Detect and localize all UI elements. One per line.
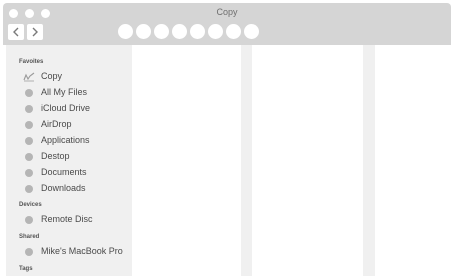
sidebar-item-label: Documents: [41, 167, 87, 177]
circle-icon: [25, 137, 33, 145]
circle-icon: [25, 89, 33, 97]
sidebar-item[interactable]: AirDrop: [6, 118, 132, 132]
sidebar-item-label: AirDrop: [41, 119, 72, 129]
sidebar-item-label: All My Files: [41, 87, 88, 97]
window-title: Copy: [216, 7, 238, 17]
column-divider[interactable]: [363, 45, 375, 276]
sidebar-item-label: Applications: [41, 135, 90, 145]
sidebar-section-header: Tags: [19, 266, 33, 272]
sidebar-item-label: Remote Disc: [41, 214, 93, 224]
circle-icon: [25, 121, 33, 129]
back-button[interactable]: [8, 24, 24, 40]
sidebar-item[interactable]: Destop: [6, 150, 132, 164]
toolbar-button-5[interactable]: [190, 24, 205, 39]
finder-window: Copy Favoites Copy All My Files iCloud Driv…: [3, 3, 451, 276]
sidebar-item-label: Destop: [41, 151, 70, 161]
sidebar: Favoites Copy All My Files iCloud Drive AirD…: [6, 45, 132, 276]
circle-icon: [25, 153, 33, 161]
toolbar-button-7[interactable]: [226, 24, 241, 39]
sidebar-item-label: Downloads: [41, 183, 86, 193]
sidebar-item-label: Copy: [41, 71, 63, 81]
title-bar: Copy: [3, 3, 451, 45]
sidebar-item[interactable]: Copy: [6, 70, 132, 84]
sidebar-item[interactable]: Downloads: [6, 182, 132, 196]
sidebar-item[interactable]: Applications: [6, 134, 132, 148]
circle-icon: [25, 216, 33, 224]
sidebar-section-header: Devices: [19, 202, 42, 208]
sidebar-item[interactable]: All My Files: [6, 86, 132, 100]
chevron-left-icon: [13, 27, 19, 37]
circle-icon: [25, 169, 33, 177]
browser-column-1[interactable]: [133, 45, 241, 276]
browser-column-2[interactable]: [252, 45, 363, 276]
toolbar-button-1[interactable]: [118, 24, 133, 39]
sidebar-item-label: Mike's MacBook Pro: [41, 246, 123, 256]
sidebar-item-label: iCloud Drive: [41, 103, 91, 113]
sidebar-item[interactable]: iCloud Drive: [6, 102, 132, 116]
sidebar-item[interactable]: Documents: [6, 166, 132, 180]
toolbar-button-8[interactable]: [244, 24, 259, 39]
sidebar-section-header: Shared: [19, 234, 40, 240]
toolbar-button-6[interactable]: [208, 24, 223, 39]
sidebar-item[interactable]: Remote Disc: [6, 213, 132, 227]
toolbar-button-4[interactable]: [172, 24, 187, 39]
sidebar-item[interactable]: Mike's MacBook Pro: [6, 245, 132, 259]
circle-icon: [25, 248, 33, 256]
toolbar-button-2[interactable]: [136, 24, 151, 39]
pencil-icon: [23, 72, 35, 82]
forward-button[interactable]: [27, 24, 43, 40]
chevron-right-icon: [32, 27, 38, 37]
column-divider[interactable]: [241, 45, 252, 276]
sidebar-section-header: Favoites: [19, 59, 44, 65]
browser-column-3[interactable]: [375, 45, 451, 276]
circle-icon: [25, 185, 33, 193]
toolbar-button-3[interactable]: [154, 24, 169, 39]
circle-icon: [25, 105, 33, 113]
